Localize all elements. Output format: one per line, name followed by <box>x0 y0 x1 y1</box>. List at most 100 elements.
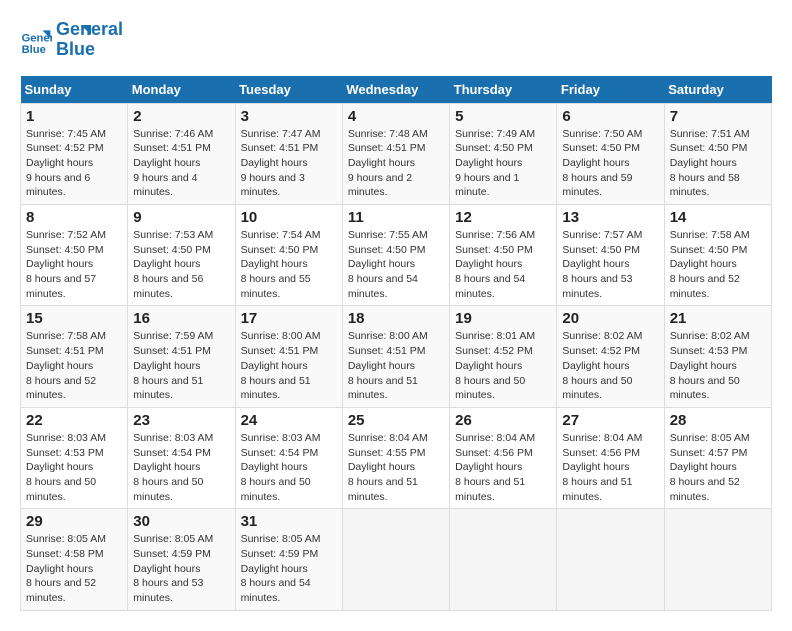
calendar-cell: 20 Sunrise: 8:02 AMSunset: 4:52 PMDayligh… <box>557 306 664 407</box>
logo: General Blue General Blue <box>20 20 91 60</box>
day-number: 31 <box>241 513 337 530</box>
calendar-cell: 24 Sunrise: 8:03 AMSunset: 4:54 PMDayligh… <box>235 407 342 508</box>
calendar-cell: 23Sunrise: 8:03 AMSunset: 4:54 PMDayligh… <box>128 407 235 508</box>
day-info: Sunrise: 7:58 AMSunset: 4:50 PMDaylight … <box>670 228 766 301</box>
calendar-cell: 29Sunrise: 8:05 AMSunset: 4:58 PMDayligh… <box>21 509 128 610</box>
day-number: 26 <box>455 412 551 429</box>
calendar-cell: 21 Sunrise: 8:02 AMSunset: 4:53 PMDayligh… <box>664 306 771 407</box>
day-info: Sunrise: 8:01 AMSunset: 4:52 PMDaylight … <box>455 329 551 402</box>
calendar-table: SundayMondayTuesdayWednesdayThursdayFrid… <box>20 76 772 611</box>
calendar-cell: 7 Sunrise: 7:51 AMSunset: 4:50 PMDaylight… <box>664 103 771 204</box>
logo-arrow-icon <box>63 21 91 49</box>
day-number: 8 <box>26 209 122 226</box>
day-info: Sunrise: 8:02 AMSunset: 4:53 PMDaylight … <box>670 329 766 402</box>
day-info: Sunrise: 7:59 AMSunset: 4:51 PMDaylight … <box>133 329 229 402</box>
day-info: Sunrise: 8:03 AMSunset: 4:54 PMDaylight … <box>241 431 337 504</box>
day-number: 27 <box>562 412 658 429</box>
day-info: Sunrise: 7:46 AMSunset: 4:51 PMDaylight … <box>133 127 229 200</box>
day-number: 11 <box>348 209 444 226</box>
day-number: 9 <box>133 209 229 226</box>
day-info: Sunrise: 8:02 AMSunset: 4:52 PMDaylight … <box>562 329 658 402</box>
calendar-cell: 31 Sunrise: 8:05 AMSunset: 4:59 PMDayligh… <box>235 509 342 610</box>
calendar-cell <box>342 509 449 610</box>
calendar-cell: 15 Sunrise: 7:58 AMSunset: 4:51 PMDayligh… <box>21 306 128 407</box>
day-number: 30 <box>133 513 229 530</box>
calendar-week-2: 8 Sunrise: 7:52 AMSunset: 4:50 PMDaylight… <box>21 205 772 306</box>
day-number: 29 <box>26 513 122 530</box>
calendar-cell: 8 Sunrise: 7:52 AMSunset: 4:50 PMDaylight… <box>21 205 128 306</box>
calendar-cell <box>450 509 557 610</box>
logo-icon: General Blue <box>20 24 52 56</box>
day-number: 14 <box>670 209 766 226</box>
calendar-cell: 10 Sunrise: 7:54 AMSunset: 4:50 PMDayligh… <box>235 205 342 306</box>
day-number: 19 <box>455 310 551 327</box>
day-number: 24 <box>241 412 337 429</box>
col-header-wednesday: Wednesday <box>342 76 449 104</box>
day-number: 13 <box>562 209 658 226</box>
day-info: Sunrise: 7:56 AMSunset: 4:50 PMDaylight … <box>455 228 551 301</box>
calendar-week-1: 1 Sunrise: 7:45 AMSunset: 4:52 PMDaylight… <box>21 103 772 204</box>
day-number: 25 <box>348 412 444 429</box>
calendar-cell: 13Sunrise: 7:57 AMSunset: 4:50 PMDayligh… <box>557 205 664 306</box>
day-number: 1 <box>26 108 122 125</box>
day-info: Sunrise: 7:48 AMSunset: 4:51 PMDaylight … <box>348 127 444 200</box>
day-number: 4 <box>348 108 444 125</box>
day-number: 28 <box>670 412 766 429</box>
calendar-cell: 4 Sunrise: 7:48 AMSunset: 4:51 PMDaylight… <box>342 103 449 204</box>
calendar-cell: 17 Sunrise: 8:00 AMSunset: 4:51 PMDayligh… <box>235 306 342 407</box>
calendar-cell: 18 Sunrise: 8:00 AMSunset: 4:51 PMDayligh… <box>342 306 449 407</box>
page-header: General Blue General Blue <box>20 20 772 60</box>
calendar-cell: 11 Sunrise: 7:55 AMSunset: 4:50 PMDayligh… <box>342 205 449 306</box>
day-info: Sunrise: 7:50 AMSunset: 4:50 PMDaylight … <box>562 127 658 200</box>
calendar-header-row: SundayMondayTuesdayWednesdayThursdayFrid… <box>21 76 772 104</box>
calendar-cell: 25 Sunrise: 8:04 AMSunset: 4:55 PMDayligh… <box>342 407 449 508</box>
day-number: 2 <box>133 108 229 125</box>
day-number: 10 <box>241 209 337 226</box>
calendar-cell: 19 Sunrise: 8:01 AMSunset: 4:52 PMDayligh… <box>450 306 557 407</box>
day-number: 7 <box>670 108 766 125</box>
col-header-monday: Monday <box>128 76 235 104</box>
day-number: 22 <box>26 412 122 429</box>
calendar-cell: 2 Sunrise: 7:46 AMSunset: 4:51 PMDaylight… <box>128 103 235 204</box>
day-number: 5 <box>455 108 551 125</box>
day-number: 16 <box>133 310 229 327</box>
day-info: Sunrise: 7:45 AMSunset: 4:52 PMDaylight … <box>26 127 122 200</box>
day-info: Sunrise: 8:04 AMSunset: 4:56 PMDaylight … <box>455 431 551 504</box>
calendar-cell: 16 Sunrise: 7:59 AMSunset: 4:51 PMDayligh… <box>128 306 235 407</box>
day-info: Sunrise: 8:03 AMSunset: 4:54 PMDaylight … <box>133 431 229 504</box>
calendar-week-4: 22Sunrise: 8:03 AMSunset: 4:53 PMDayligh… <box>21 407 772 508</box>
day-info: Sunrise: 7:58 AMSunset: 4:51 PMDaylight … <box>26 329 122 402</box>
calendar-cell: 22Sunrise: 8:03 AMSunset: 4:53 PMDayligh… <box>21 407 128 508</box>
day-number: 18 <box>348 310 444 327</box>
day-number: 15 <box>26 310 122 327</box>
day-number: 21 <box>670 310 766 327</box>
day-info: Sunrise: 7:54 AMSunset: 4:50 PMDaylight … <box>241 228 337 301</box>
svg-text:Blue: Blue <box>22 44 46 56</box>
day-info: Sunrise: 7:52 AMSunset: 4:50 PMDaylight … <box>26 228 122 301</box>
day-info: Sunrise: 8:00 AMSunset: 4:51 PMDaylight … <box>348 329 444 402</box>
calendar-cell: 28 Sunrise: 8:05 AMSunset: 4:57 PMDayligh… <box>664 407 771 508</box>
day-number: 6 <box>562 108 658 125</box>
day-number: 20 <box>562 310 658 327</box>
calendar-cell: 12Sunrise: 7:56 AMSunset: 4:50 PMDayligh… <box>450 205 557 306</box>
calendar-week-3: 15 Sunrise: 7:58 AMSunset: 4:51 PMDayligh… <box>21 306 772 407</box>
day-info: Sunrise: 7:55 AMSunset: 4:50 PMDaylight … <box>348 228 444 301</box>
day-info: Sunrise: 8:04 AMSunset: 4:55 PMDaylight … <box>348 431 444 504</box>
calendar-cell: 26 Sunrise: 8:04 AMSunset: 4:56 PMDayligh… <box>450 407 557 508</box>
day-info: Sunrise: 8:00 AMSunset: 4:51 PMDaylight … <box>241 329 337 402</box>
calendar-week-5: 29Sunrise: 8:05 AMSunset: 4:58 PMDayligh… <box>21 509 772 610</box>
calendar-cell <box>664 509 771 610</box>
day-info: Sunrise: 7:53 AMSunset: 4:50 PMDaylight … <box>133 228 229 301</box>
calendar-cell: 9 Sunrise: 7:53 AMSunset: 4:50 PMDaylight… <box>128 205 235 306</box>
col-header-sunday: Sunday <box>21 76 128 104</box>
calendar-cell: 14 Sunrise: 7:58 AMSunset: 4:50 PMDayligh… <box>664 205 771 306</box>
day-info: Sunrise: 8:05 AMSunset: 4:59 PMDaylight … <box>133 532 229 605</box>
calendar-cell: 3 Sunrise: 7:47 AMSunset: 4:51 PMDaylight… <box>235 103 342 204</box>
day-info: Sunrise: 8:05 AMSunset: 4:59 PMDaylight … <box>241 532 337 605</box>
day-number: 3 <box>241 108 337 125</box>
day-info: Sunrise: 7:47 AMSunset: 4:51 PMDaylight … <box>241 127 337 200</box>
day-info: Sunrise: 7:51 AMSunset: 4:50 PMDaylight … <box>670 127 766 200</box>
day-number: 17 <box>241 310 337 327</box>
day-info: Sunrise: 8:05 AMSunset: 4:57 PMDaylight … <box>670 431 766 504</box>
calendar-cell: 1 Sunrise: 7:45 AMSunset: 4:52 PMDaylight… <box>21 103 128 204</box>
